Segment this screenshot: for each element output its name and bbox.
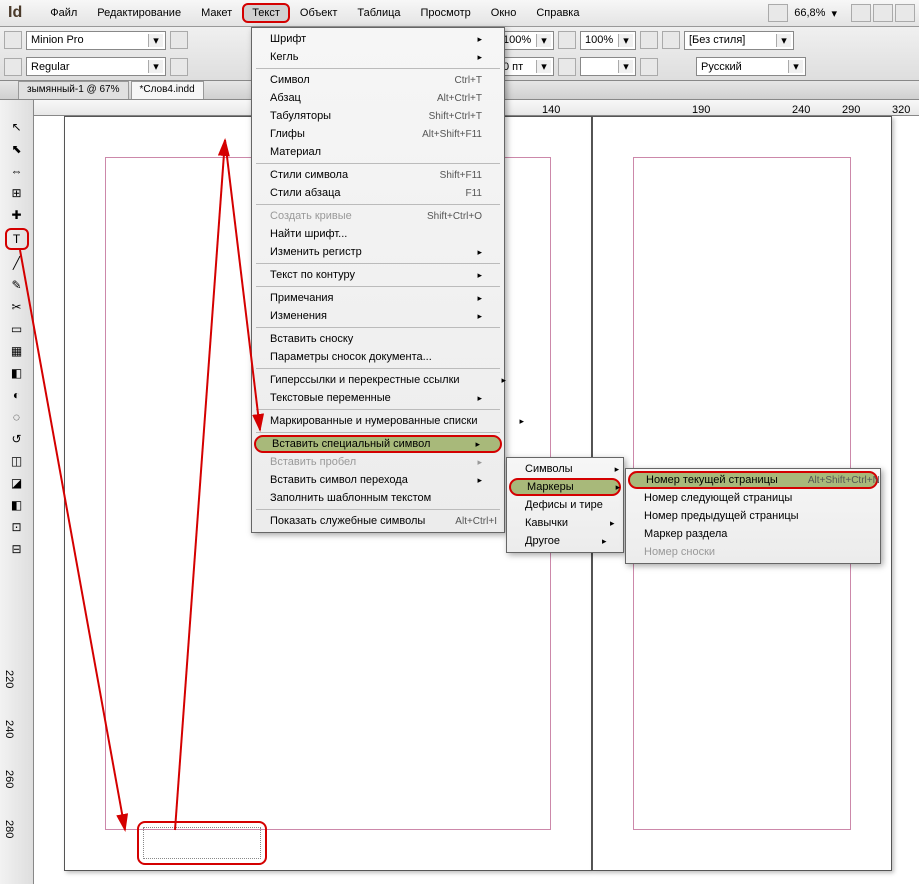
menu-item[interactable]: Номер текущей страницыAlt+Shift+Ctrl+N [628,471,878,489]
skew-select[interactable] [580,57,636,76]
text-frame-bounds [143,827,261,859]
skew-icon [558,58,576,76]
menu-item: Номер сноски [626,543,880,561]
menu-item[interactable]: Текстовые переменные [252,389,504,407]
content-tool[interactable]: ✚ [5,206,29,224]
fill-stroke-icon[interactable]: ◧ [5,496,29,514]
menu-item[interactable]: Кегль [252,48,504,66]
screen-mode-tool[interactable]: ⊟ [5,540,29,558]
selection-tool[interactable]: ↖ [5,118,29,136]
menu-item[interactable]: Стили символаShift+F11 [252,166,504,184]
page-tool[interactable]: ⇔ [5,162,29,180]
a-icon[interactable] [662,31,680,49]
menu-help[interactable]: Справка [526,3,589,23]
menu-item: Вставить пробел [252,453,504,471]
menu-item[interactable]: Вставить символ перехода [252,471,504,489]
menu-item[interactable]: Текст по контуру [252,266,504,284]
menu-item[interactable]: Показать служебные символыAlt+Ctrl+I [252,512,504,530]
special-char-submenu: СимволыМаркерыДефисы и тиреКавычкиДругое [506,457,624,553]
rect-frame-tool[interactable]: ▭ [5,320,29,338]
markers-submenu: Номер текущей страницыAlt+Shift+Ctrl+NНо… [625,468,881,564]
text-frame[interactable] [137,821,267,865]
font-family-select[interactable]: Minion Pro [26,31,166,50]
menu-view[interactable]: Просмотр [411,3,481,23]
direct-selection-tool[interactable]: ⬉ [5,140,29,158]
workspace-icon[interactable] [895,4,915,22]
menu-window[interactable]: Окно [481,3,527,23]
menu-item[interactable]: Найти шрифт... [252,225,504,243]
menu-item[interactable]: ГлифыAlt+Shift+F11 [252,125,504,143]
screen-mode-icon[interactable] [851,4,871,22]
scale-h-select[interactable]: 100% [498,31,554,50]
font-style-select[interactable]: Regular [26,57,166,76]
menu-item[interactable]: Дефисы и тире [507,496,623,514]
type-tool[interactable]: T [5,228,29,250]
menu-item[interactable]: Вставить специальный символ [254,435,502,453]
menu-item[interactable]: Заполнить шаблонным текстом [252,489,504,507]
strike-icon[interactable] [640,58,658,76]
menu-item[interactable]: Изменения [252,307,504,325]
menu-item[interactable]: Гиперссылки и перекрестные ссылки [252,371,504,389]
menu-item[interactable]: Примечания [252,289,504,307]
menu-item[interactable]: Вставить сноску [252,330,504,348]
menu-item[interactable]: Материал [252,143,504,161]
hand-tool[interactable]: ◫ [5,452,29,470]
menu-layout[interactable]: Макет [191,3,242,23]
line-tool[interactable]: ╱ [5,254,29,272]
menu-item[interactable]: Кавычки [507,514,623,532]
menu-item[interactable]: Маркеры [509,478,621,496]
menu-item[interactable]: Шрифт [252,30,504,48]
zoom-tool[interactable]: ◪ [5,474,29,492]
scale-v-icon [558,31,576,49]
menu-item[interactable]: Другое [507,532,623,550]
vertical-ruler[interactable]: 220 240 260 280 [2,640,14,860]
char-style-select[interactable]: [Без стиля] [684,31,794,50]
menu-item[interactable]: Маркер раздела [626,525,880,543]
menu-item[interactable]: Номер следующей страницы [626,489,880,507]
char-mode-icon[interactable] [4,31,22,49]
menu-item[interactable]: Маркированные и нумерованные списки [252,412,504,430]
arrange-icon[interactable] [873,4,893,22]
leading-select[interactable]: 0 пт [498,57,554,76]
scale-v-select[interactable]: 100% [580,31,636,50]
menu-table[interactable]: Таблица [347,3,410,23]
layout-icons [843,4,915,22]
pencil-tool[interactable]: ✂ [5,298,29,316]
menu-item[interactable]: Номер предыдущей страницы [626,507,880,525]
scissors-tool[interactable]: ◧ [5,364,29,382]
free-transform-tool[interactable]: ◐ [5,386,29,404]
gradient-tool[interactable]: ◌ [5,408,29,426]
menu-item[interactable]: ТабуляторыShift+Ctrl+T [252,107,504,125]
menu-type[interactable]: Текст [242,3,290,23]
type-menu: ШрифтКегль СимволCtrl+TАбзацAlt+Ctrl+TТаб… [251,27,505,533]
leading-icon [170,58,188,76]
lang-select[interactable]: Русский [696,57,806,76]
menu-item[interactable]: СимволCtrl+T [252,71,504,89]
menu-item[interactable]: Параметры сносок документа... [252,348,504,366]
tt-icon[interactable] [170,31,188,49]
gap-tool[interactable]: ⊞ [5,184,29,202]
menu-edit[interactable]: Редактирование [87,3,191,23]
eyedropper-tool[interactable]: ↺ [5,430,29,448]
app-logo: Id [8,4,22,22]
menu-object[interactable]: Объект [290,3,347,23]
format-container-icon[interactable]: ⊡ [5,518,29,536]
zoom-value[interactable]: 66,8% [794,7,825,19]
t-icon[interactable] [640,31,658,49]
rect-tool[interactable]: ▦ [5,342,29,360]
menu-item[interactable]: Изменить регистр [252,243,504,261]
menubar: Id Файл Редактирование Макет Текст Объек… [0,0,919,27]
pen-tool[interactable]: ✎ [5,276,29,294]
menu-item[interactable]: Символы [507,460,623,478]
doc-tab-2[interactable]: *Слов4.indd [131,81,204,99]
menu-item[interactable]: АбзацAlt+Ctrl+T [252,89,504,107]
zoom-area: 66,8%▾ [768,4,919,22]
para-mode-icon[interactable] [4,58,22,76]
doc-tab-1[interactable]: зымянный-1 @ 67% [18,81,129,99]
bridge-icon[interactable] [768,4,788,22]
menu-item[interactable]: Стили абзацаF11 [252,184,504,202]
menu-file[interactable]: Файл [40,3,87,23]
menu-item: Создать кривыеShift+Ctrl+O [252,207,504,225]
